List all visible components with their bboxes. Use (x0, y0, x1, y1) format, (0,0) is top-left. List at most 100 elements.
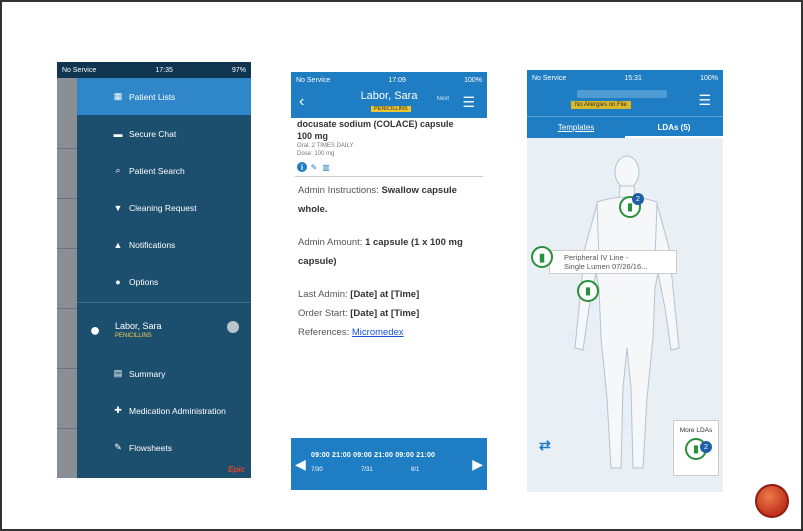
order-start-label: Order Start: (298, 308, 348, 319)
allergy-badge: No Allergies on File (571, 101, 631, 109)
references: References: Micromedex (291, 323, 487, 342)
background-list-sliver (57, 78, 77, 478)
patient-name: Labor, Sara (115, 321, 162, 331)
timeline-right-arrow-icon[interactable]: ▶ (472, 456, 483, 473)
dose-small-text: Dose: 100 mg (297, 151, 335, 157)
last-admin-value: [Date] at [Time] (350, 289, 420, 300)
lda-marker-arm[interactable]: ▮ (577, 280, 599, 302)
status-bar: No Service 17:35 97% (57, 62, 251, 78)
epic-logo: Epic (228, 465, 245, 474)
carrier-text: No Service (296, 76, 331, 84)
bell-icon: ▲ (113, 239, 123, 250)
next-button[interactable]: Next (437, 96, 449, 102)
menu-item-cleaning-request[interactable]: ▼ Cleaning Request (77, 189, 251, 226)
menu-item-label: Cleaning Request (129, 202, 197, 213)
references-label: References: (298, 327, 350, 338)
tab-templates[interactable]: Templates (527, 117, 625, 138)
edit-icon[interactable]: ✎ (309, 162, 319, 172)
header-bar: No Allergies on File ☰ (527, 86, 723, 116)
flowsheets-icon: ✎ (114, 442, 122, 452)
battery-text: 97% (231, 66, 246, 74)
divider (295, 176, 483, 177)
side-menu: ▦ Patient Lists ▬ Secure Chat ⌕ Patient Searc… (77, 78, 251, 478)
iv-line-icon[interactable]: ▮ (531, 246, 553, 268)
menu-item-secure-chat[interactable]: ▬ Secure Chat (77, 115, 251, 152)
micromedex-link[interactable]: Micromedex (352, 327, 404, 338)
admin-amount: Admin Amount: 1 capsule (1 x 100 mg caps… (291, 233, 471, 271)
menu-item-notifications[interactable]: ▲ Notifications (77, 226, 251, 263)
last-admin: Last Admin: [Date] at [Time] (291, 285, 487, 304)
lda-count-badge: 2 (632, 193, 644, 205)
timeline-left-arrow-icon[interactable]: ◀ (295, 456, 306, 473)
chat-icon: ▬ (113, 128, 123, 139)
allergy-text: PENICILLINS (115, 333, 152, 339)
menu-item-label: Notifications (129, 239, 176, 250)
timeline-date: 7/30 (311, 467, 323, 473)
hamburger-menu-icon[interactable]: ☰ (462, 94, 475, 111)
timeline-bar: ◀ 09:00 21:00 09:00 21:00 09:00 21:00 7/… (291, 438, 487, 490)
menu-item-label: Medication Administration (129, 405, 226, 416)
barcode-icon[interactable]: ▥ (321, 162, 331, 172)
timeline-dates: 7/30 7/31 8/1 (311, 467, 461, 473)
medication-icon: ✚ (114, 405, 122, 415)
phone-medication-screen: No Service 17:09 100% ‹ Labor, Sara PENI… (291, 72, 487, 490)
admin-instructions: Admin Instructions: Swallow capsule whol… (291, 181, 471, 219)
header-bar: ‹ Labor, Sara PENICILLINS Next ☰ (291, 88, 487, 118)
carrier-text: No Service (62, 66, 97, 74)
menu-item-label: Options (129, 276, 159, 287)
tab-bar: Templates LDAs (5) (527, 116, 723, 138)
phone-menu-screen: No Service 17:35 97% ▦ Patient Lists ▬ Secu… (57, 62, 251, 478)
close-patient-icon[interactable] (227, 321, 239, 333)
person-icon: ● (89, 319, 101, 340)
decorative-orb (755, 484, 789, 518)
menu-item-patient-search[interactable]: ⌕ Patient Search (77, 152, 251, 189)
body-diagram-area: ▮ 2 ▮ Peripheral IV Line - Single Lumen … (527, 138, 723, 492)
last-admin-label: Last Admin: (298, 289, 348, 300)
menu-item-medication-administration[interactable]: ✚ Medication Administration (77, 392, 251, 429)
time-text: 15:31 (624, 74, 642, 82)
status-bar: No Service 17:09 100% (291, 72, 487, 88)
time-text: 17:09 (388, 76, 406, 84)
admin-amount-label: Admin Amount: (298, 237, 363, 248)
drug-name: docusate sodium (COLACE) capsule (297, 119, 454, 129)
summary-icon: ▤ (113, 368, 123, 378)
menu-item-summary[interactable]: ▤ Summary (77, 355, 251, 392)
allergy-badge: PENICILLINS (371, 106, 411, 112)
patient-header[interactable]: ● Labor, Sara PENICILLINS (77, 305, 251, 355)
menu-item-label: Patient Search (129, 165, 185, 176)
menu-item-label: Flowsheets (129, 442, 172, 453)
battery-text: 100% (700, 74, 718, 82)
time-text: 17:35 (155, 66, 173, 74)
carrier-text: No Service (532, 74, 567, 82)
patient-name: Labor, Sara (360, 90, 418, 102)
patient-lists-icon: ▦ (113, 91, 123, 101)
timeline-times: 09:00 21:00 09:00 21:00 09:00 21:00 (311, 452, 436, 459)
menu-item-label: Patient Lists (129, 91, 176, 102)
menu-item-options[interactable]: ● Options (77, 263, 251, 300)
menu-item-flowsheets[interactable]: ✎ Flowsheets (77, 429, 251, 466)
drug-dose: 100 mg (297, 131, 329, 141)
frequency-text: Oral, 2 TIMES DAILY (297, 143, 354, 149)
patient-name-blurred (577, 90, 667, 98)
menu-item-label: Summary (129, 368, 166, 379)
status-bar: No Service 15:31 100% (527, 70, 723, 86)
action-icons: i ✎ ▥ (291, 158, 487, 176)
tab-ldas[interactable]: LDAs (5) (625, 117, 723, 138)
menu-item-patient-lists[interactable]: ▦ Patient Lists (77, 78, 251, 115)
hamburger-menu-icon[interactable]: ☰ (698, 92, 711, 109)
admin-instructions-label: Admin Instructions: (298, 185, 379, 196)
phone-lda-screen: No Service 15:31 100% No Allergies on Fi… (527, 70, 723, 492)
lda-tooltip-line2: Single Lumen 07/26/16... (564, 262, 648, 271)
rotate-icon[interactable]: ⇄ (539, 437, 551, 454)
timeline-date: 7/31 (361, 467, 373, 473)
battery-text: 100% (464, 76, 482, 84)
order-start-value: [Date] at [Time] (350, 308, 420, 319)
timeline-date: 8/1 (411, 467, 420, 473)
info-icon[interactable]: i (297, 162, 307, 172)
more-ldas-count: 2 (700, 441, 712, 453)
menu-divider (77, 302, 251, 303)
more-ldas-label: More LDAs (679, 427, 713, 434)
lda-tooltip[interactable]: Peripheral IV Line - Single Lumen 07/26/… (549, 250, 677, 274)
lda-tooltip-line1: Peripheral IV Line - (564, 253, 629, 262)
more-ldas-button[interactable]: More LDAs ▮ 2 (673, 420, 719, 476)
